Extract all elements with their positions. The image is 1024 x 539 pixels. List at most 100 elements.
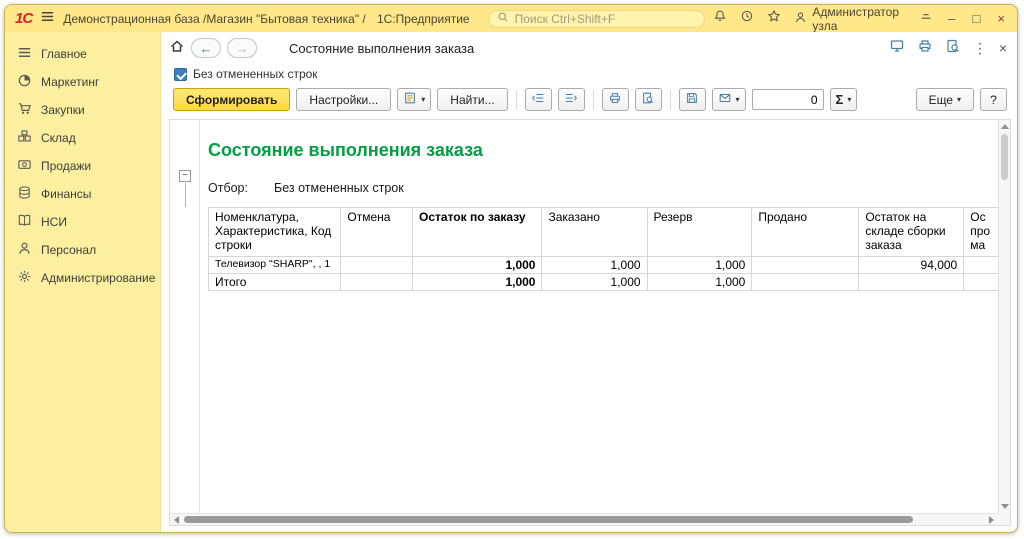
person-icon <box>17 241 32 259</box>
col-order-remainder[interactable]: Остаток по заказу <box>413 208 542 257</box>
report-filter: Отбор: Без отмененных строк <box>208 181 1010 195</box>
form-header-actions: ⋮ × <box>889 38 1007 59</box>
report-content: Состояние выполнения заказа Отбор: Без о… <box>200 120 1010 525</box>
send-email-button[interactable]: ▾ <box>712 88 746 111</box>
cell-nomenclature[interactable]: Телевизор "SHARP", , 1 <box>209 257 341 274</box>
find-button[interactable]: Найти... <box>437 88 507 111</box>
filter-value: Без отмененных строк <box>274 181 404 195</box>
cell-sold[interactable] <box>752 274 859 291</box>
counter-input[interactable] <box>752 89 824 110</box>
close-window-button[interactable]: × <box>995 11 1007 26</box>
cell-reserve[interactable]: 1,000 <box>647 274 752 291</box>
cell-total-label[interactable]: Итого <box>209 274 341 291</box>
chevron-down-icon: ▾ <box>736 95 740 104</box>
cell-reserve[interactable]: 1,000 <box>647 257 752 274</box>
no-cancelled-rows-checkbox[interactable] <box>174 68 187 81</box>
sidebar-item-main[interactable]: Главное <box>5 40 160 68</box>
cell-ordered[interactable]: 1,000 <box>542 257 647 274</box>
vertical-scrollbar[interactable] <box>998 120 1010 513</box>
cell-order-remainder[interactable]: 1,000 <box>413 274 542 291</box>
sidebar-item-personnel[interactable]: Персонал <box>5 236 160 264</box>
sidebar-item-sales[interactable]: Продажи <box>5 152 160 180</box>
page-magnifier-icon <box>641 91 655 108</box>
cell-ordered[interactable]: 1,000 <box>542 274 647 291</box>
sidebar-item-marketing[interactable]: Маркетинг <box>5 68 160 96</box>
cell-cancel[interactable] <box>341 274 413 291</box>
generate-button-label: Сформировать <box>186 93 277 107</box>
col-ordered[interactable]: Заказано <box>542 208 647 257</box>
col-reserve[interactable]: Резерв <box>647 208 752 257</box>
report-title: Состояние выполнения заказа <box>208 140 1010 161</box>
page-magnifier-icon <box>945 38 961 59</box>
notifications-button[interactable] <box>713 9 727 28</box>
sidebar-item-administration[interactable]: Администрирование <box>5 264 160 292</box>
sidebar-item-nsi[interactable]: НСИ <box>5 208 160 236</box>
report-variant-icon <box>403 91 417 108</box>
report-document: − Состояние выполнения заказа Отбор: Без… <box>169 119 1011 526</box>
help-button[interactable]: ? <box>980 88 1007 111</box>
sidebar-item-finance[interactable]: Финансы <box>5 180 160 208</box>
generate-button[interactable]: Сформировать <box>173 88 290 111</box>
titlebar-actions: Администратор узла – □ × <box>713 5 1007 33</box>
sidebar-item-label: НСИ <box>41 215 67 229</box>
collapse-groups-button[interactable] <box>525 88 552 111</box>
maximize-button[interactable]: □ <box>971 11 983 26</box>
cell-cancel[interactable] <box>341 257 413 274</box>
scroll-up-arrow[interactable] <box>1001 124 1009 129</box>
expand-groups-button[interactable] <box>558 88 585 111</box>
network-status-icon <box>919 9 933 28</box>
forward-button[interactable]: → <box>227 38 257 58</box>
sum-button[interactable]: Σ ▾ <box>830 88 858 111</box>
history-button[interactable] <box>740 9 754 28</box>
preview-header-button[interactable] <box>945 38 961 59</box>
home-button[interactable] <box>169 38 185 59</box>
sidebar-item-warehouse[interactable]: Склад <box>5 124 160 152</box>
report-variants-button[interactable]: ▾ <box>397 88 431 111</box>
col-cancel[interactable]: Отмена <box>341 208 413 257</box>
minimize-button[interactable]: – <box>946 11 958 26</box>
vertical-scroll-thumb[interactable] <box>1001 134 1008 180</box>
connection-status-button[interactable] <box>919 9 933 28</box>
floppy-icon <box>685 91 699 108</box>
scroll-down-arrow[interactable] <box>1001 504 1009 509</box>
main-menu-button[interactable] <box>40 9 55 29</box>
printer-icon <box>917 38 933 59</box>
print-preview-button[interactable] <box>635 88 662 111</box>
search-placeholder: Поиск Ctrl+Shift+F <box>515 12 616 26</box>
global-search-box[interactable]: Поиск Ctrl+Shift+F <box>488 10 706 28</box>
cell-order-remainder[interactable]: 1,000 <box>413 257 542 274</box>
print-button[interactable] <box>602 88 629 111</box>
sidebar-item-label: Персонал <box>41 243 96 257</box>
horizontal-scroll-thumb[interactable] <box>184 516 913 523</box>
expand-groups-icon <box>564 91 578 108</box>
form-title: Состояние выполнения заказа <box>289 41 474 56</box>
sidebar-item-purchases[interactable]: Закупки <box>5 96 160 124</box>
settings-button-label: Настройки... <box>309 93 378 107</box>
cell-warehouse-remainder[interactable] <box>859 274 964 291</box>
settings-button[interactable]: Настройки... <box>296 88 391 111</box>
sidebar-item-label: Закупки <box>41 103 85 117</box>
col-sold[interactable]: Продано <box>752 208 859 257</box>
save-button[interactable] <box>679 88 706 111</box>
horizontal-scrollbar[interactable] <box>170 513 998 525</box>
back-button[interactable]: ← <box>191 38 221 58</box>
user-menu[interactable]: Администратор узла <box>794 5 905 33</box>
search-icon <box>497 11 509 26</box>
display-settings-button[interactable] <box>889 38 905 59</box>
checkbox-label[interactable]: Без отмененных строк <box>193 67 318 81</box>
group-collapse-button[interactable]: − <box>179 170 191 182</box>
pie-chart-icon <box>17 73 32 91</box>
cell-warehouse-remainder[interactable]: 94,000 <box>859 257 964 274</box>
cell-sold[interactable] <box>752 257 859 274</box>
chevron-down-icon: ▾ <box>847 95 851 104</box>
scroll-right-arrow[interactable] <box>989 516 994 524</box>
more-button[interactable]: Еще ▾ <box>916 88 974 111</box>
favorites-button[interactable] <box>767 9 781 28</box>
group-line <box>185 183 186 207</box>
col-warehouse-remainder[interactable]: Остаток на складе сборки заказа <box>859 208 964 257</box>
col-nomenclature[interactable]: Номенклатура, Характеристика, Код строки <box>209 208 341 257</box>
scroll-left-arrow[interactable] <box>174 516 179 524</box>
close-form-button[interactable]: × <box>999 40 1007 56</box>
more-menu-button[interactable]: ⋮ <box>973 40 987 57</box>
print-header-button[interactable] <box>917 38 933 59</box>
